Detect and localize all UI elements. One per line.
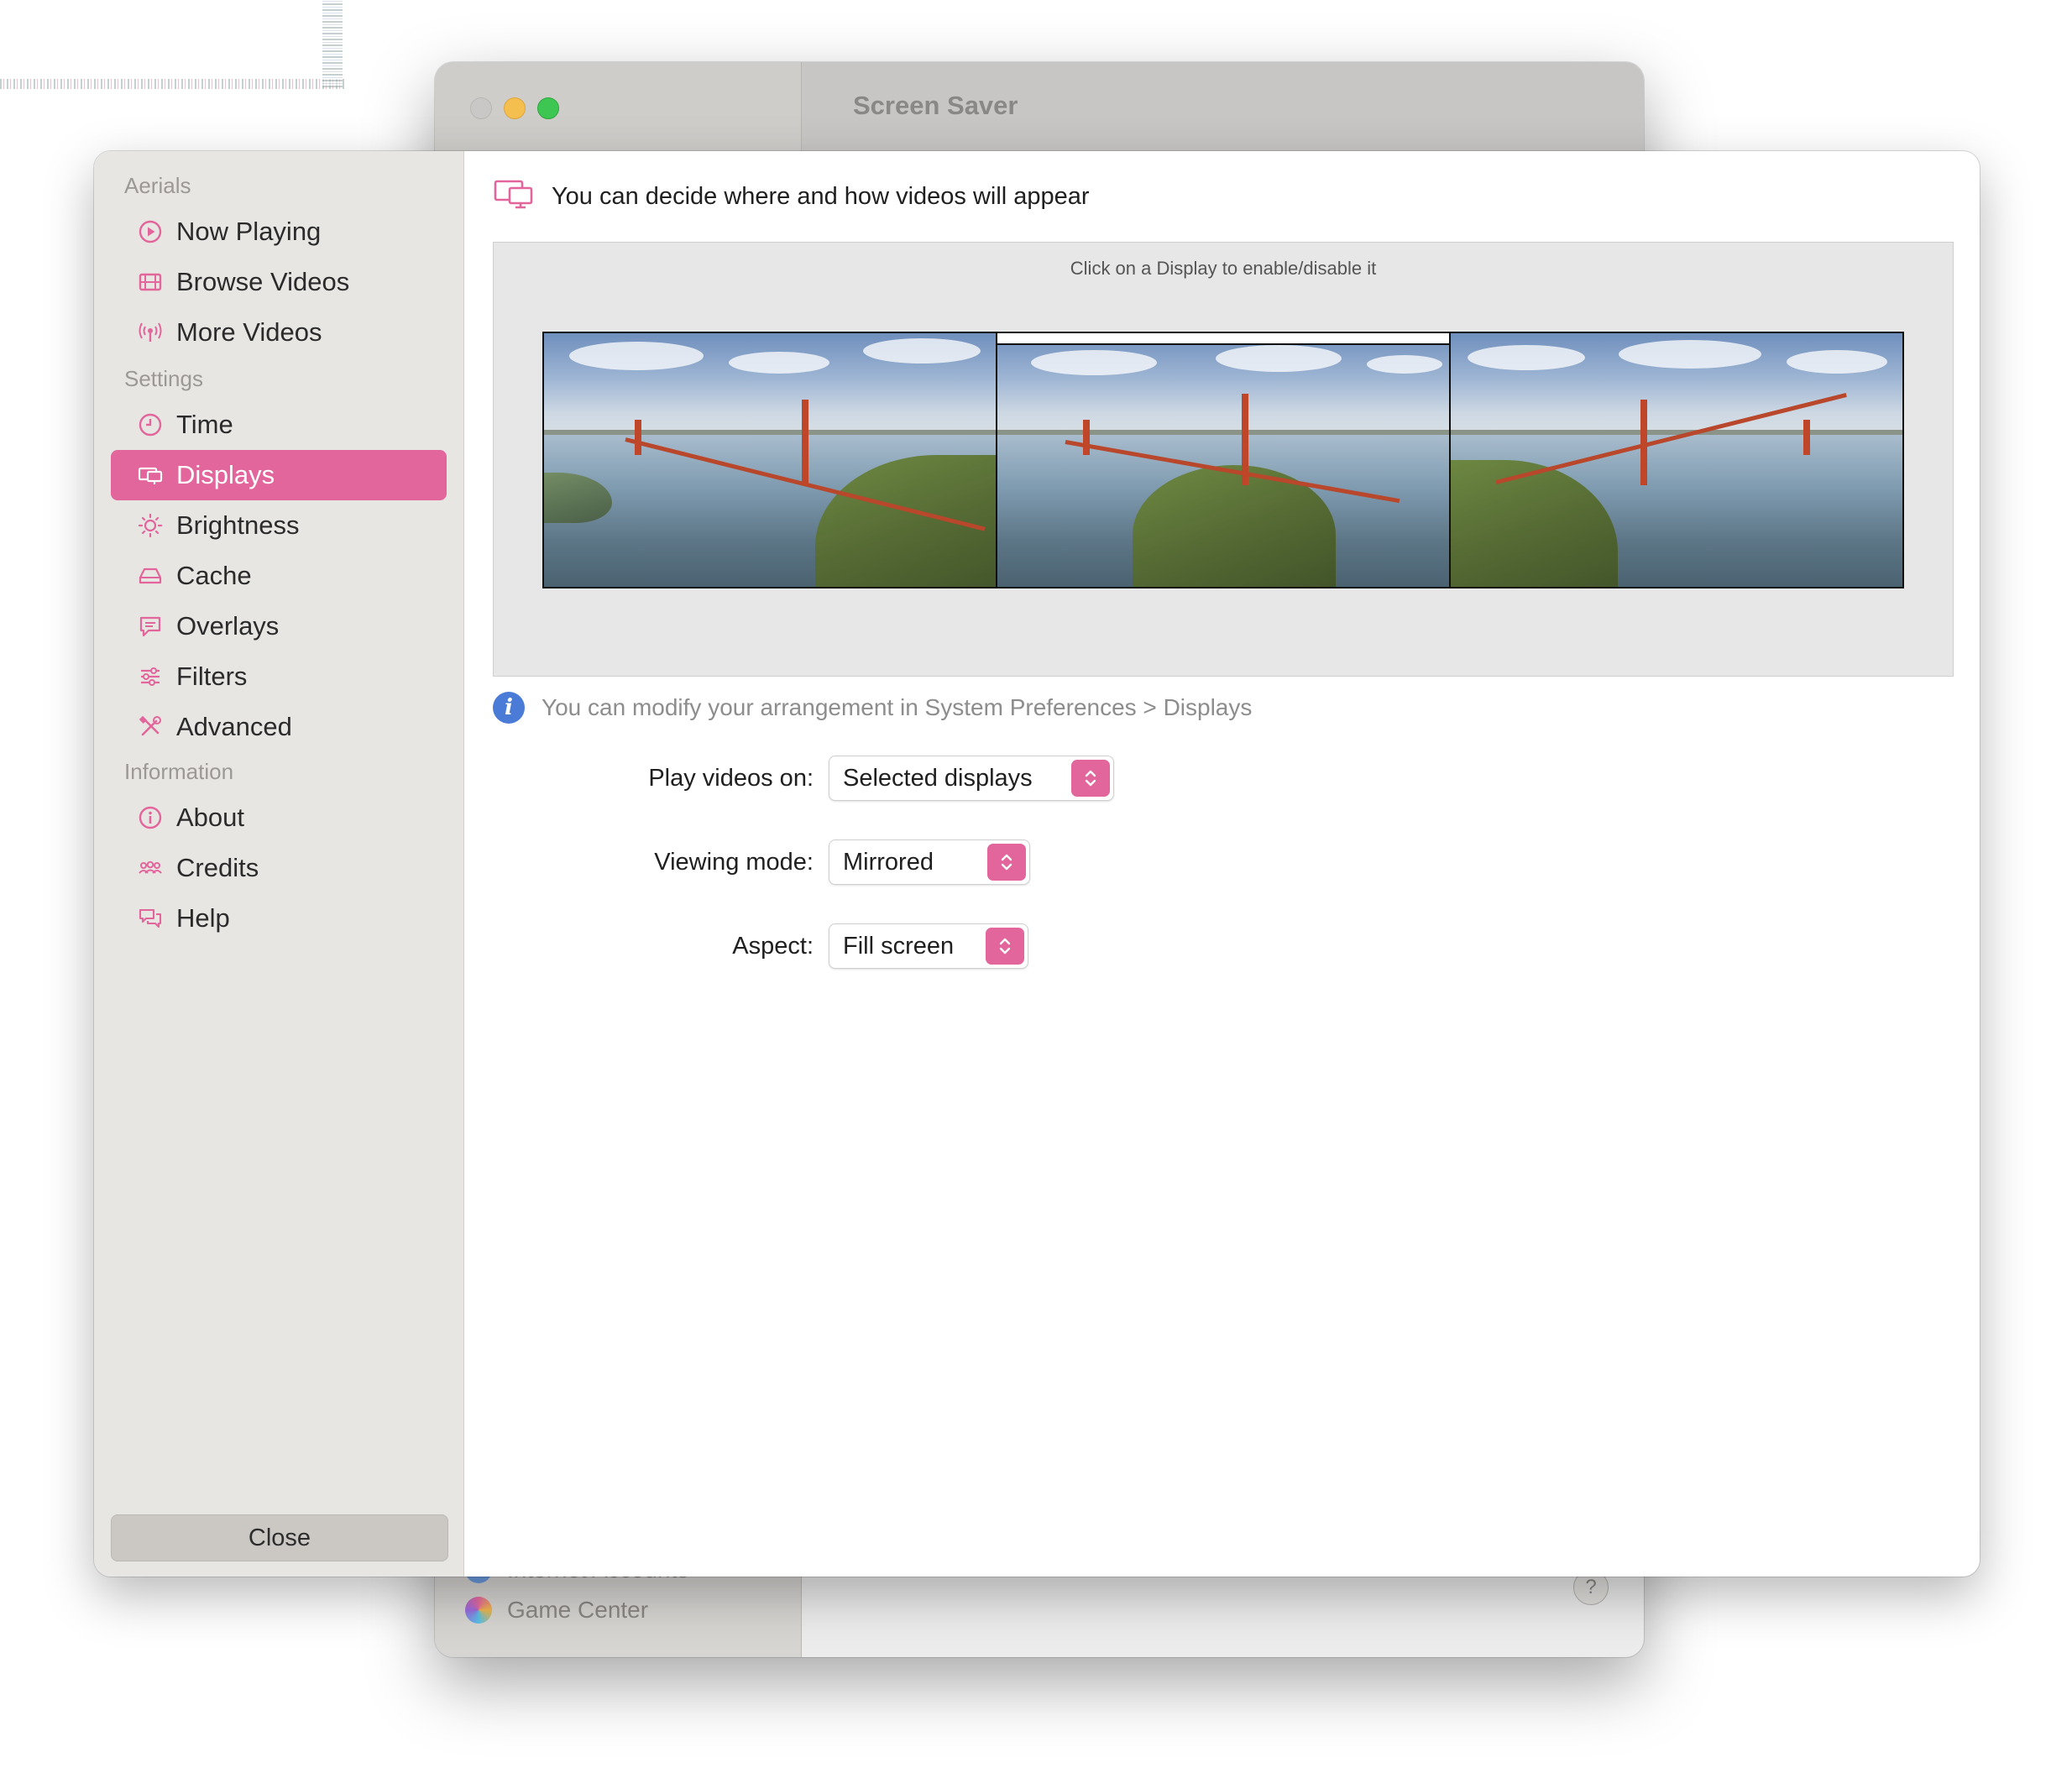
display-3[interactable] — [1451, 333, 1902, 587]
sidebar-item-label: Help — [176, 903, 230, 933]
minimize-window-button[interactable] — [504, 97, 526, 119]
panel-hint: Click on a Display to enable/disable it — [1070, 258, 1377, 279]
display-strip — [542, 332, 1904, 588]
aspect-row: Aspect: Fill screen — [464, 923, 1028, 969]
clock-icon — [136, 411, 165, 439]
info-text: You can modify your arrangement in Syste… — [542, 694, 1253, 720]
info-icon — [136, 803, 165, 832]
sidebar-item-filters[interactable]: Filters — [111, 651, 447, 702]
sidebar-item-browse-videos[interactable]: Browse Videos — [111, 257, 447, 307]
displays-icon — [136, 461, 165, 489]
info-row: i You can modify your arrangement in Sys… — [493, 692, 1252, 724]
sidebar-item-more-videos[interactable]: More Videos — [111, 307, 447, 358]
field-label: Play videos on: — [648, 764, 814, 792]
noise-artifact — [0, 79, 344, 89]
sidebar-item-game-center[interactable]: Game Center — [465, 1597, 648, 1624]
sidebar-item-label: About — [176, 803, 245, 832]
popup-value: Selected displays — [843, 764, 1033, 792]
displays-icon — [493, 176, 535, 217]
aspect-popup[interactable]: Fill screen — [829, 923, 1028, 969]
sidebar-item-advanced[interactable]: Advanced — [111, 702, 447, 752]
section-title-aerials: Aerials — [124, 173, 191, 198]
section-title-information: Information — [124, 759, 234, 784]
sidebar-item-now-playing[interactable]: Now Playing — [111, 207, 447, 257]
sun-icon — [136, 511, 165, 540]
game-center-icon — [465, 1597, 492, 1624]
sidebar-item-label: Filters — [176, 662, 248, 691]
sidebar-item-cache[interactable]: Cache — [111, 551, 447, 601]
broadcast-icon — [136, 318, 165, 347]
header-text: You can decide where and how videos will… — [552, 182, 1090, 210]
viewing-mode-popup[interactable]: Mirrored — [829, 839, 1030, 885]
aerial-settings-dialog: Aerials Now Playing Browse Videos More V… — [94, 151, 1980, 1577]
help-bubble-icon — [136, 904, 165, 933]
sidebar-item-time[interactable]: Time — [111, 400, 447, 450]
sidebar-item-label: Time — [176, 410, 233, 439]
sidebar-item-credits[interactable]: Credits — [111, 843, 447, 893]
close-button[interactable]: Close — [111, 1514, 448, 1561]
display-1[interactable] — [544, 333, 997, 587]
chevron-up-down-icon — [1071, 760, 1110, 797]
sidebar-item-label: Overlays — [176, 611, 280, 641]
people-icon — [136, 854, 165, 882]
field-label: Aspect: — [732, 932, 814, 960]
sidebar-item-brightness[interactable]: Brightness — [111, 500, 447, 551]
sidebar-item-label: Advanced — [176, 712, 292, 741]
viewing-mode-row: Viewing mode: Mirrored — [464, 839, 1030, 885]
field-label: Viewing mode: — [654, 848, 814, 876]
sliders-icon — [136, 662, 165, 691]
play-videos-row: Play videos on: Selected displays — [464, 756, 1114, 801]
noise-artifact — [322, 0, 343, 87]
sidebar-item-about[interactable]: About — [111, 792, 447, 843]
info-icon: i — [493, 692, 525, 724]
close-window-button[interactable] — [470, 97, 492, 119]
sidebar-item-label: More Videos — [176, 317, 322, 347]
sidebar-item-label: Cache — [176, 561, 252, 590]
popup-value: Fill screen — [843, 932, 955, 960]
sidebar-item-label: Browse Videos — [176, 267, 350, 296]
sidebar-item-displays[interactable]: Displays — [111, 450, 447, 500]
film-icon — [136, 268, 165, 296]
drive-icon — [136, 562, 165, 590]
zoom-window-button[interactable] — [537, 97, 559, 119]
sidebar-item-help[interactable]: Help — [111, 893, 447, 944]
section-title-settings: Settings — [124, 366, 203, 391]
chevron-up-down-icon — [987, 844, 1026, 881]
play-videos-popup[interactable]: Selected displays — [829, 756, 1114, 801]
displays-pane: You can decide where and how videos will… — [464, 151, 1980, 1577]
window-title: Screen Saver — [853, 91, 1018, 120]
display-arrangement-panel: Click on a Display to enable/disable it — [493, 242, 1954, 677]
sidebar-item-label: Credits — [176, 853, 259, 882]
play-circle-icon — [136, 217, 165, 246]
sidebar-item-label: Now Playing — [176, 217, 322, 246]
sidebar-item-label: Brightness — [176, 510, 300, 540]
settings-sidebar: Aerials Now Playing Browse Videos More V… — [94, 151, 464, 1577]
popup-value: Mirrored — [843, 848, 934, 876]
sidebar-item-overlays[interactable]: Overlays — [111, 601, 447, 651]
pane-header: You can decide where and how videos will… — [493, 176, 1090, 217]
chevron-up-down-icon — [986, 928, 1024, 965]
sidebar-item-label: Displays — [176, 460, 275, 489]
display-2[interactable] — [997, 333, 1451, 587]
sidebar-item-label: Game Center — [507, 1597, 649, 1623]
message-icon — [136, 612, 165, 641]
tools-icon — [136, 713, 165, 741]
